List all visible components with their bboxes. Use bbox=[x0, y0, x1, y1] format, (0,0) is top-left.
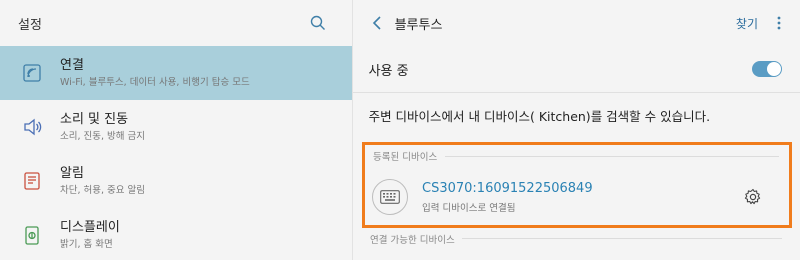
divider bbox=[445, 156, 779, 157]
more-options-icon[interactable] bbox=[772, 13, 786, 33]
back-arrow-icon[interactable] bbox=[367, 13, 387, 33]
device-status: 입력 디바이스로 연결됨 bbox=[422, 202, 516, 214]
bluetooth-toggle-row[interactable]: 사용 중 bbox=[353, 46, 800, 92]
sidebar-item-sound[interactable]: 소리 및 진동 소리, 진동, 방해 금지 bbox=[0, 100, 352, 154]
settings-menu-pane: 설정 연결 Wi-Fi, 블루투스, 데이터 사용, 비행기 탑승 모드 소리 … bbox=[0, 0, 353, 260]
gear-icon[interactable] bbox=[743, 187, 763, 207]
sidebar-item-label: 연결 bbox=[60, 57, 84, 73]
sidebar-item-label: 디스플레이 bbox=[60, 219, 120, 235]
sidebar-item-subtitle: Wi-Fi, 블루투스, 데이터 사용, 비행기 탑승 모드 bbox=[60, 76, 250, 88]
sidebar-item-label: 알림 bbox=[60, 165, 84, 181]
registered-devices-section: 등록된 디바이스 CS3070:16091522506849 입력 디바이스로 … bbox=[362, 142, 792, 228]
settings-window: 설정 연결 Wi-Fi, 블루투스, 데이터 사용, 비행기 탑승 모드 소리 … bbox=[0, 0, 800, 260]
sidebar-item-subtitle: 밝기, 홈 화면 bbox=[60, 238, 113, 250]
toggle-knob bbox=[767, 62, 781, 76]
visibility-text: 주변 디바이스에서 내 디바이스( Kitchen)를 검색할 수 있습니다. bbox=[368, 108, 711, 124]
divider bbox=[462, 238, 782, 239]
notification-icon bbox=[20, 169, 44, 193]
device-name: CS3070:16091522506849 bbox=[422, 180, 593, 196]
sidebar-item-connections[interactable]: 연결 Wi-Fi, 블루투스, 데이터 사용, 비행기 탑승 모드 bbox=[0, 46, 352, 100]
device-list-item[interactable]: CS3070:16091522506849 입력 디바이스로 연결됨 bbox=[365, 169, 789, 225]
settings-title: 설정 bbox=[18, 17, 42, 33]
settings-header: 설정 bbox=[0, 0, 352, 46]
keyboard-icon bbox=[372, 179, 408, 215]
connection-icon bbox=[20, 61, 44, 85]
settings-menu: 연결 Wi-Fi, 블루투스, 데이터 사용, 비행기 탑승 모드 소리 및 진… bbox=[0, 46, 352, 260]
display-icon bbox=[20, 223, 44, 247]
bluetooth-toggle[interactable] bbox=[752, 61, 782, 77]
registered-devices-label: 등록된 디바이스 bbox=[373, 152, 438, 163]
page-title: 블루투스 bbox=[394, 17, 443, 33]
available-devices-section: 연결 가능한 디바이스 bbox=[370, 232, 800, 246]
sidebar-item-label: 소리 및 진동 bbox=[60, 111, 129, 127]
available-devices-label: 연결 가능한 디바이스 bbox=[370, 235, 455, 246]
search-icon[interactable] bbox=[308, 13, 328, 33]
bluetooth-status-label: 사용 중 bbox=[368, 63, 409, 79]
sidebar-item-notifications[interactable]: 알림 차단, 허용, 중요 알림 bbox=[0, 154, 352, 208]
speaker-icon bbox=[20, 115, 44, 139]
sidebar-item-subtitle: 차단, 허용, 중요 알림 bbox=[60, 184, 146, 196]
find-button[interactable]: 찾기 bbox=[736, 15, 758, 32]
sidebar-item-subtitle: 소리, 진동, 방해 금지 bbox=[60, 130, 146, 142]
bluetooth-header: 블루투스 찾기 bbox=[353, 0, 800, 46]
sidebar-item-display[interactable]: 디스플레이 밝기, 홈 화면 bbox=[0, 208, 352, 260]
